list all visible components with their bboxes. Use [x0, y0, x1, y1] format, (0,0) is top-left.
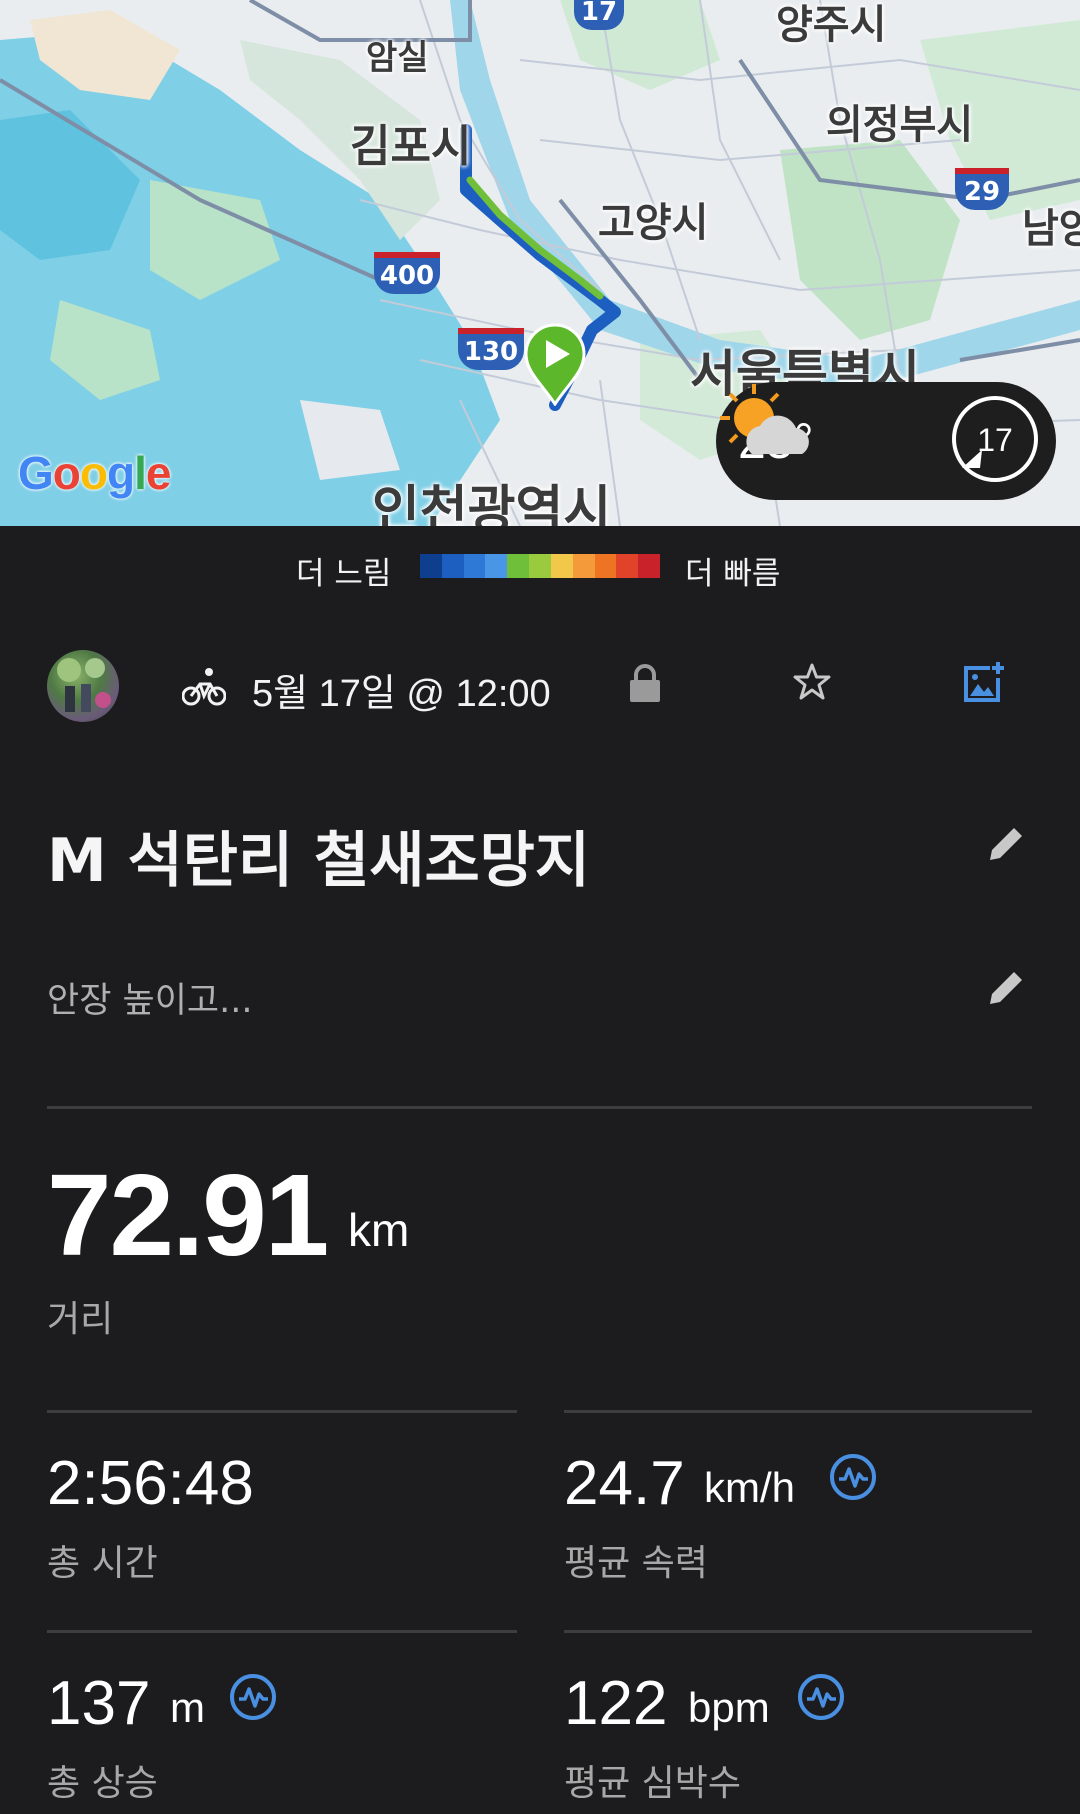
legend-color-segment: [441, 554, 464, 578]
connect-iq-data-icon[interactable]: [796, 1672, 846, 1722]
total-ascent-value: 137: [47, 1669, 151, 1738]
partly-cloudy-icon: [720, 384, 809, 454]
activity-meta-row: 5월 17일 @ 12:00: [0, 640, 1080, 740]
route-shield-17: 17: [574, 0, 624, 30]
total-time-label: 총 시간: [47, 1543, 158, 1584]
edit-description-pencil-icon[interactable]: [984, 966, 1028, 1010]
bicycle-icon: [182, 668, 226, 706]
avg-speed-label: 평균 속력: [564, 1543, 708, 1584]
legend-color-segment: [616, 554, 639, 578]
wind-direction-icon: [962, 450, 982, 468]
legend-color-segment: [507, 554, 530, 578]
map-label-namyang: 남양: [1022, 206, 1080, 252]
avg-speed-value: 24.7: [564, 1449, 685, 1518]
legend-color-segment: [638, 554, 660, 578]
avg-heart-rate-unit: bpm: [688, 1684, 770, 1731]
legend-color-segment: [529, 554, 551, 578]
legend-slow-label: 더 느림: [296, 556, 392, 592]
legend-color-segment: [463, 554, 486, 578]
legend-color-segment: [420, 554, 442, 578]
map-label-goyang: 고양시: [598, 200, 709, 246]
divider: [47, 1630, 517, 1633]
connect-iq-data-icon[interactable]: [828, 1452, 878, 1502]
legend-color-segment: [550, 554, 573, 578]
star-icon[interactable]: [792, 662, 832, 702]
activity-title[interactable]: M 석탄리 철새조망지: [47, 812, 590, 899]
map-label-yangju: 양주시: [776, 2, 887, 48]
distance-value: 72.91: [47, 1150, 329, 1280]
add-photo-icon[interactable]: [960, 660, 1006, 706]
activity-description[interactable]: 안장 높이고...: [47, 972, 253, 1023]
speed-legend: 더 느림 더 빠름: [0, 526, 1080, 606]
edit-title-pencil-icon[interactable]: [984, 822, 1028, 866]
total-ascent-label: 총 상승: [47, 1763, 158, 1804]
route-shield-400: 400: [374, 252, 440, 294]
legend-fast-label: 더 빠름: [685, 556, 781, 592]
legend-color-segment: [594, 554, 617, 578]
lock-icon[interactable]: [628, 664, 662, 704]
divider: [47, 1410, 517, 1413]
divider: [564, 1410, 1032, 1413]
wind-indicator: 17: [952, 396, 1038, 482]
distance-unit: km: [348, 1204, 410, 1256]
map-label-gimpo: 김포시: [350, 121, 472, 172]
legend-color-segment: [572, 554, 595, 578]
total-time-value: 2:56:48: [47, 1449, 254, 1518]
avg-speed-unit: km/h: [704, 1464, 796, 1511]
distance-label: 거리: [47, 1299, 114, 1340]
route-map[interactable]: 암실 김포시 고양시 의정부시 양주시 남양 서울특별시 인천광역시 17 29…: [0, 0, 1080, 526]
weather-widget[interactable]: 25° 17: [716, 382, 1056, 500]
route-shield-29: 29: [955, 168, 1009, 210]
avg-heart-rate-label: 평균 심박수: [564, 1763, 742, 1804]
total-ascent-unit: m: [170, 1684, 205, 1731]
legend-color-segment: [485, 554, 508, 578]
route-shield-130: 130: [458, 328, 524, 370]
avatar[interactable]: [47, 650, 119, 722]
avg-heart-rate-value: 122: [564, 1669, 668, 1738]
map-label-incheon: 인천광역시: [372, 481, 612, 526]
divider: [47, 1106, 1032, 1109]
activity-date: 5월 17일 @ 12:00: [252, 673, 551, 715]
divider: [564, 1630, 1032, 1633]
connect-iq-data-icon[interactable]: [228, 1672, 278, 1722]
map-label-amsil: 암실: [366, 38, 429, 78]
google-logo: Google: [18, 447, 171, 499]
map-label-uijeongbu: 의정부시: [826, 102, 974, 148]
route-start-marker-icon[interactable]: [522, 322, 588, 406]
legend-color-bar: [420, 554, 660, 578]
